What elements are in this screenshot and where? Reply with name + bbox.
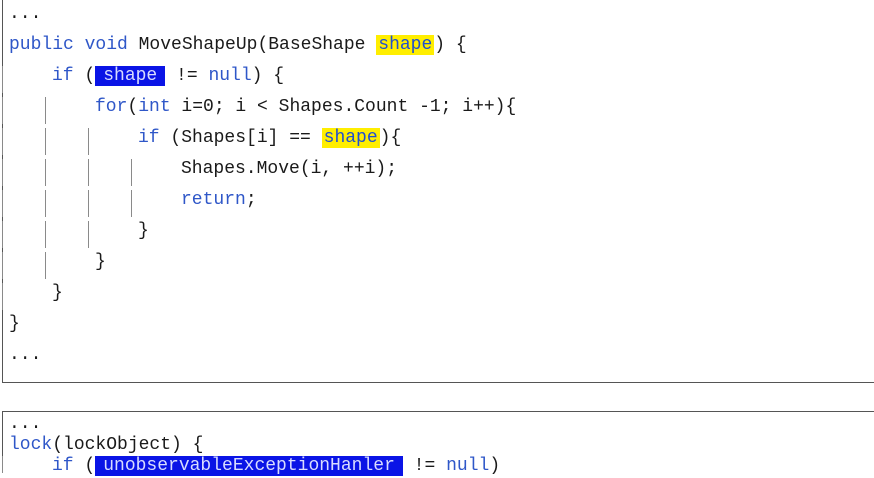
- code-token: ): [489, 456, 501, 476]
- indent-guide: [2, 190, 3, 217]
- indent-guide: [45, 252, 46, 279]
- indent-guide: [45, 97, 46, 124]
- code-keyword: if: [52, 456, 74, 476]
- code-token: }: [95, 252, 106, 272]
- code-keyword: if: [138, 128, 160, 148]
- code-token: (: [127, 97, 139, 117]
- code-line: }: [9, 312, 20, 336]
- code-token: ...: [9, 414, 42, 434]
- code-keyword: public void: [9, 35, 139, 55]
- code-token: i=0; i < Shapes.Count -1; i++){: [170, 97, 517, 117]
- code-token: (lockObject) {: [52, 435, 204, 455]
- indent-guide: [2, 128, 3, 155]
- code-token: (: [73, 66, 96, 86]
- code-token: ...: [9, 4, 42, 24]
- code-token: !=: [402, 456, 447, 476]
- indent-guide: [45, 190, 46, 217]
- indent-guide: [2, 97, 3, 124]
- code-line: }: [52, 281, 63, 305]
- indent-guide: [88, 190, 89, 217]
- highlighted-identifier-yellow: shape: [376, 35, 435, 55]
- code-line: }: [95, 250, 106, 274]
- code-keyword: return: [181, 190, 246, 210]
- code-line: public void MoveShapeUp(BaseShape shape)…: [9, 33, 467, 57]
- highlighted-identifier-yellow: shape: [321, 128, 380, 148]
- code-token: ) {: [251, 66, 285, 86]
- code-keyword: null: [446, 456, 490, 476]
- code-line: ...: [9, 343, 41, 367]
- code-token: (Shapes[i] ==: [159, 128, 322, 148]
- code-token: }: [52, 283, 63, 303]
- highlighted-identifier-blue: shape: [95, 66, 166, 86]
- code-token: }: [138, 221, 149, 241]
- indent-guide: [2, 221, 3, 248]
- code-line: if (Shapes[i] == shape){: [138, 126, 401, 150]
- code-keyword: if: [52, 66, 74, 86]
- code-line: }: [138, 219, 149, 243]
- code-panel-lock-object: ... lock(lockObject) {if (unobservableExc…: [2, 411, 874, 476]
- indent-guide: [2, 456, 3, 473]
- code-token: !=: [165, 66, 209, 86]
- indent-guide: [2, 159, 3, 186]
- indent-guide: [131, 159, 132, 186]
- code-token: ) {: [434, 35, 467, 55]
- code-line: for(int i=0; i < Shapes.Count -1; i++){: [95, 95, 516, 119]
- code-token: ...: [9, 345, 42, 365]
- code-keyword: null: [208, 66, 252, 86]
- indent-guide: [88, 159, 89, 186]
- code-token: ){: [379, 128, 402, 148]
- code-line: if (unobservableExceptionHanler != null): [52, 454, 500, 478]
- indent-guide: [88, 128, 89, 155]
- code-token: (: [73, 456, 96, 476]
- indent-guide: [45, 159, 46, 186]
- code-line: Shapes.Move(i, ++i);: [181, 157, 397, 181]
- code-line: return;: [181, 188, 257, 212]
- code-token: Shapes.Move(i, ++i);: [181, 159, 398, 179]
- code-token: MoveShapeUp(BaseShape: [138, 35, 377, 55]
- code-line: if (shape != null) {: [52, 64, 284, 88]
- indent-guide: [88, 221, 89, 248]
- code-token: }: [9, 314, 20, 334]
- code-line: ...: [9, 2, 41, 26]
- indent-guide: [2, 252, 3, 279]
- indent-guide: [45, 128, 46, 155]
- code-token: ;: [245, 190, 257, 210]
- indent-guide: [2, 283, 3, 310]
- code-keyword: lock: [9, 435, 53, 455]
- code-keyword: for: [95, 97, 128, 117]
- indent-guide: [131, 190, 132, 217]
- code-keyword: int: [138, 97, 171, 117]
- indent-guide: [2, 66, 3, 93]
- highlighted-identifier-blue: unobservableExceptionHanler: [95, 456, 403, 476]
- indent-guide: [45, 221, 46, 248]
- code-panel-move-shape-up: ... public void MoveShapeUp(BaseShape sha…: [2, 0, 874, 383]
